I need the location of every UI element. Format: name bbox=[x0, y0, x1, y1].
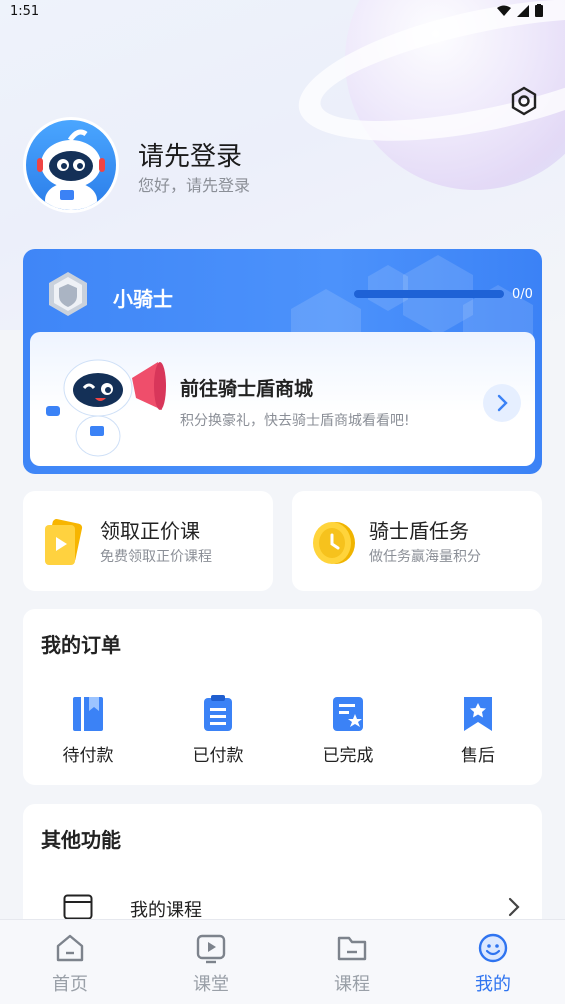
knight-level-name: 小骑士 bbox=[113, 287, 173, 311]
robot-mascot-icon bbox=[37, 129, 105, 210]
knight-task-title: 骑士盾任务 bbox=[369, 519, 469, 543]
avatar[interactable] bbox=[23, 117, 119, 213]
home-icon bbox=[56, 934, 84, 962]
order-completed[interactable]: 已完成 bbox=[303, 695, 393, 766]
wifi-icon bbox=[497, 5, 511, 16]
coin-icon bbox=[313, 522, 355, 564]
settings-icon[interactable] bbox=[509, 86, 539, 116]
status-time: 1:51 bbox=[10, 4, 40, 19]
knight-progress-text: 0/0 bbox=[512, 287, 533, 302]
completed-star-icon bbox=[333, 697, 363, 731]
order-label: 已付款 bbox=[192, 746, 244, 766]
order-pending-payment[interactable]: 待付款 bbox=[43, 695, 133, 766]
order-label: 已完成 bbox=[322, 746, 374, 766]
free-course-title: 领取正价课 bbox=[100, 519, 200, 543]
bookmark-star-icon bbox=[464, 697, 492, 731]
signal-icon bbox=[517, 4, 529, 17]
tab-label: 首页 bbox=[52, 974, 88, 995]
knight-progress-bar bbox=[354, 290, 504, 298]
wallet-icon bbox=[73, 697, 103, 731]
folder-icon bbox=[337, 936, 367, 961]
knight-task-card[interactable]: 骑士盾任务 做任务赢海量积分 bbox=[292, 491, 542, 591]
tab-classroom[interactable]: 课堂 bbox=[171, 932, 251, 996]
free-course-card[interactable]: 领取正价课 免费领取正价课程 bbox=[23, 491, 273, 591]
shield-badge-icon bbox=[49, 272, 87, 316]
orders-panel: 我的订单 待付款 已付款 已完成 售后 bbox=[23, 609, 542, 785]
login-subtitle: 您好，请先登录 bbox=[138, 176, 251, 195]
chevron-right-icon bbox=[508, 897, 520, 917]
knight-level-card: 小骑士 0/0 前往骑士盾商城 积分换豪礼，快去骑士盾商城看看吧! bbox=[23, 249, 542, 474]
bottom-tab-bar: 首页 课堂 课程 我的 bbox=[0, 919, 565, 1004]
tab-home[interactable]: 首页 bbox=[30, 932, 110, 996]
knight-mall-banner[interactable]: 前往骑士盾商城 积分换豪礼，快去骑士盾商城看看吧! bbox=[30, 332, 535, 466]
smile-icon bbox=[478, 933, 508, 963]
tab-mine[interactable]: 我的 bbox=[453, 932, 533, 996]
order-label: 待付款 bbox=[62, 746, 114, 766]
knight-task-desc: 做任务赢海量积分 bbox=[369, 549, 481, 565]
order-paid[interactable]: 已付款 bbox=[173, 695, 263, 766]
other-functions-title: 其他功能 bbox=[41, 828, 121, 852]
battery-icon bbox=[535, 4, 543, 17]
orders-title: 我的订单 bbox=[41, 633, 121, 657]
free-course-desc: 免费领取正价课程 bbox=[100, 549, 212, 565]
mascot-megaphone-icon bbox=[46, 359, 166, 457]
chevron-right-icon bbox=[497, 394, 508, 412]
paid-list-icon bbox=[204, 695, 232, 731]
hex-decoration bbox=[368, 265, 408, 311]
page-title[interactable]: 请先登录 bbox=[138, 136, 242, 173]
tab-label: 课程 bbox=[334, 974, 370, 995]
browser-window-icon bbox=[63, 894, 93, 920]
book-coupon-icon bbox=[45, 519, 83, 565]
play-icon bbox=[196, 934, 226, 964]
mall-description: 积分换豪礼，快去骑士盾商城看看吧! bbox=[180, 413, 410, 429]
mall-arrow-button[interactable] bbox=[483, 384, 521, 422]
mall-title: 前往骑士盾商城 bbox=[180, 378, 314, 400]
order-label: 售后 bbox=[461, 746, 495, 766]
tab-label: 课堂 bbox=[193, 974, 229, 995]
tab-label: 我的 bbox=[475, 974, 511, 995]
status-bar: 1:51 bbox=[0, 0, 565, 24]
order-after-sales[interactable]: 售后 bbox=[433, 695, 523, 766]
tab-courses[interactable]: 课程 bbox=[312, 932, 392, 996]
